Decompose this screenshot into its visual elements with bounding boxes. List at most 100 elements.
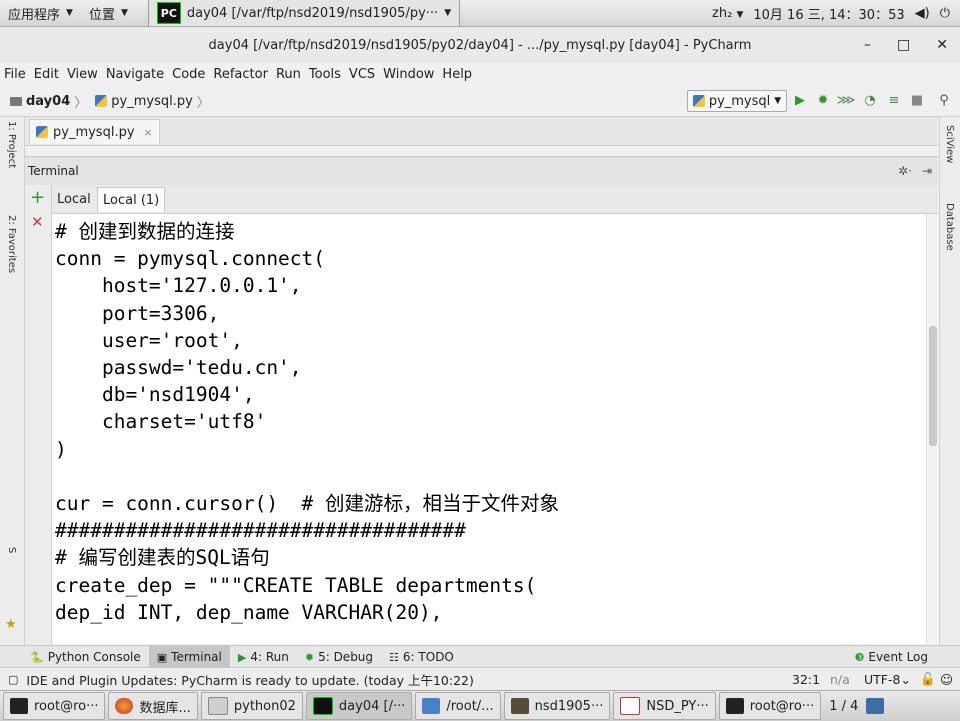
menu-help[interactable]: Help [438, 67, 476, 82]
close-tab-icon[interactable]: × [144, 126, 153, 139]
terminal-line: ################################### [55, 519, 466, 543]
menu-tools[interactable]: Tools [305, 67, 345, 82]
power-icon[interactable]: ⏻ [940, 6, 950, 21]
menubar: File Edit View Navigate Code Refactor Ru… [0, 63, 960, 85]
terminal-button[interactable]: ▣ Terminal [148, 646, 230, 668]
run-tool-button[interactable]: ▶ 4: Run [230, 646, 297, 668]
input-method-indicator[interactable]: zh₂ ▼ [712, 6, 743, 21]
run-coverage-icon[interactable]: ⋙ [837, 92, 856, 108]
terminal-line: user='root', [55, 328, 243, 352]
terminal-tab-local-1[interactable]: Local (1) [97, 187, 166, 212]
terminal-line: port=3306, [55, 301, 220, 325]
close-button[interactable]: ✕ [936, 37, 948, 53]
task-nsd-py[interactable]: NSD_PY··· [613, 692, 716, 720]
navigation-bar: day04 〉 py_mysql.py 〉 py_mysql ▼ ▶ ✹ ⋙ ◔… [0, 86, 960, 117]
terminal-title: Terminal [28, 164, 79, 178]
active-app-label: day04 [/var/ftp/nsd2019/nsd1905/py··· [186, 5, 439, 21]
left-tool-strip: 1: Project 2: Favorites S ★ [0, 117, 25, 645]
structure-tool-button[interactable]: S [6, 547, 17, 553]
profile-icon[interactable]: ◔ [862, 92, 878, 108]
file-encoding[interactable]: UTF-8⌄ [864, 672, 911, 687]
task-terminal-1[interactable]: root@ro··· [3, 692, 106, 720]
menu-run[interactable]: Run [272, 67, 305, 82]
active-app-menu[interactable]: PC day04 [/var/ftp/nsd2019/nsd1905/py···… [147, 0, 461, 26]
gear-icon[interactable]: ✲· [898, 164, 912, 178]
terminal-output[interactable]: # 创建到数据的连接 conn = pymysql.connect( host=… [52, 214, 926, 644]
python-console-button[interactable]: 🐍 Python Console [22, 646, 149, 668]
terminal-line: # 创建到数据的连接 [55, 220, 235, 243]
taskbar: root@ro··· 数据库... python02 day04 [/··· /… [0, 690, 960, 721]
applications-menu[interactable]: 应用程序 ▼ [0, 0, 81, 26]
todo-tool-button[interactable]: ☷ 6: TODO [381, 646, 462, 668]
favorites-tool-button[interactable]: 2: Favorites [6, 215, 17, 273]
menu-refactor[interactable]: Refactor [209, 67, 272, 82]
new-session-icon[interactable]: + [30, 187, 45, 208]
task-root-folder[interactable]: /root/... [415, 692, 501, 720]
run-icon[interactable]: ▶ [792, 92, 808, 108]
caret-position[interactable]: 32:1 [792, 672, 820, 687]
python-file-icon [692, 95, 705, 107]
breadcrumb-file[interactable]: py_mysql.py 〉 [91, 92, 214, 111]
search-icon[interactable]: ⚲ [936, 92, 952, 108]
database-tool-button[interactable]: Database [944, 203, 955, 251]
terminal-scrollbar[interactable] [926, 214, 939, 644]
clock[interactable]: 10月 16 三, 14：30：53 [753, 4, 904, 23]
menu-view[interactable]: View [63, 67, 102, 82]
inspector-icon[interactable]: ☺ [940, 672, 953, 687]
task-nsd1905[interactable]: nsd1905··· [503, 692, 611, 720]
stop-icon[interactable]: ■ [909, 92, 925, 108]
workspace-icon[interactable] [866, 698, 885, 714]
sciview-tool-button[interactable]: SciView [944, 125, 955, 163]
window-title: day04 [/var/ftp/nsd2019/nsd1905/py02/day… [208, 37, 752, 53]
line-separator[interactable]: n/a [830, 672, 850, 687]
todo-icon: ☷ [389, 650, 399, 664]
maximize-button[interactable]: □ [897, 37, 910, 53]
minimize-button[interactable]: – [864, 37, 871, 53]
debug-icon[interactable]: ✹ [815, 92, 831, 108]
status-bar: ▢ IDE and Plugin Updates: PyCharm is rea… [0, 667, 960, 690]
breadcrumb-project[interactable]: day04 〉 [6, 92, 91, 111]
chevron-right-icon: 〉 [74, 95, 88, 111]
document-icon [620, 697, 641, 715]
editor-tab-bar: py_mysql.py × [25, 117, 938, 146]
terminal-tab-local[interactable]: Local [52, 187, 96, 211]
concurrency-icon[interactable]: ≡ [886, 92, 902, 108]
volume-icon[interactable]: ◀) [915, 6, 930, 21]
terminal-icon [10, 698, 28, 714]
editor-tab-py-mysql[interactable]: py_mysql.py × [29, 119, 160, 144]
folder-icon [10, 96, 22, 106]
python-console-icon: 🐍 [30, 650, 44, 664]
places-label: 位置 [88, 7, 115, 23]
menu-file[interactable]: File [0, 67, 30, 82]
run-config-select[interactable]: py_mysql ▼ [687, 90, 787, 112]
debug-tool-button[interactable]: ✹ 5: Debug [297, 646, 381, 668]
right-tool-strip: SciView Database [939, 117, 960, 645]
task-pycharm[interactable]: day04 [/··· [305, 692, 413, 720]
project-tool-button[interactable]: 1: Project [6, 121, 17, 168]
window-titlebar: day04 [/var/ftp/nsd2019/nsd1905/py02/day… [0, 27, 960, 64]
menu-edit[interactable]: Edit [30, 67, 63, 82]
menu-code[interactable]: Code [168, 67, 209, 82]
terminal-line: create_dep = """CREATE TABLE departments… [55, 573, 537, 597]
python-file-icon [36, 126, 48, 138]
terminal-text: # 创建到数据的连接 conn = pymysql.connect( host=… [52, 214, 926, 626]
workspace-pager[interactable]: 1 / 4 [829, 699, 858, 714]
menu-navigate[interactable]: Navigate [102, 67, 168, 82]
close-session-icon[interactable]: ✕ [31, 213, 44, 231]
lock-icon[interactable]: 🔓 [920, 671, 936, 687]
hide-panel-icon[interactable]: ⇥ [922, 164, 932, 178]
status-message[interactable]: IDE and Plugin Updates: PyCharm is ready… [26, 670, 473, 689]
applications-label: 应用程序 [8, 7, 61, 23]
toggle-tool-windows-icon[interactable]: ▢ [8, 673, 18, 686]
task-python02[interactable]: python02 [200, 692, 303, 720]
scrollbar-thumb[interactable] [929, 326, 937, 446]
task-terminal-2[interactable]: root@ro··· [718, 692, 822, 720]
menu-window[interactable]: Window [379, 67, 438, 82]
task-firefox[interactable]: 数据库... [108, 692, 198, 720]
places-menu[interactable]: 位置 ▼ [81, 0, 136, 26]
star-icon[interactable]: ★ [5, 617, 17, 632]
menu-vcs[interactable]: VCS [345, 67, 379, 82]
terminal-line: # 编写创建表的SQL语句 [55, 546, 270, 570]
folder-icon [207, 697, 228, 715]
event-log-button[interactable]: ❸ Event Log [847, 646, 937, 668]
